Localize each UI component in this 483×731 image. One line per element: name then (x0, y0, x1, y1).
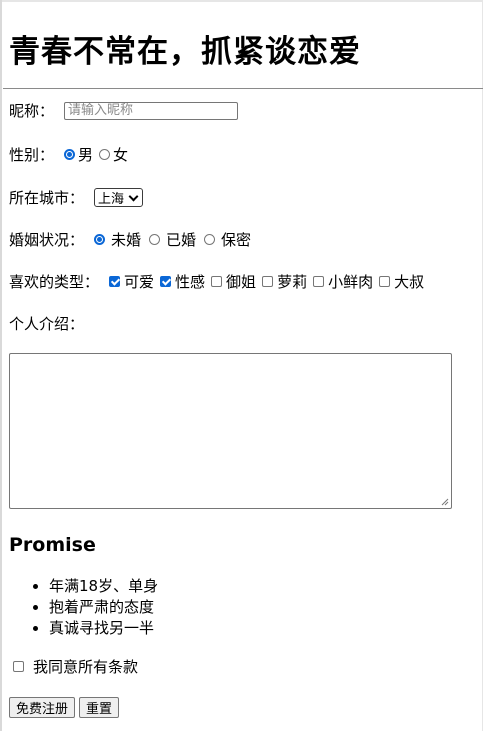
type-option-label: 御姐 (226, 273, 257, 291)
gender-option-label: 男 (78, 146, 94, 164)
radio-unselected-icon (99, 149, 111, 160)
type-option-label: 萝莉 (277, 273, 308, 291)
gender-radio-female[interactable]: 女 (99, 144, 128, 165)
gender-row: 性别： 男 女 (9, 144, 134, 165)
marital-option-label: 已婚 (166, 231, 197, 249)
type-option-label: 小鲜肉 (328, 273, 374, 291)
list-item: 真诚寻找另一半 (49, 618, 158, 639)
nickname-input[interactable] (64, 101, 239, 120)
type-checkbox-sexy[interactable]: 性感 (160, 271, 205, 292)
button-row: 免费注册 重置 (9, 697, 123, 718)
checkbox-unchecked-icon (313, 276, 325, 287)
marital-radio-married[interactable]: 已婚 (149, 229, 196, 250)
type-checkbox-cute[interactable]: 可爱 (109, 271, 154, 292)
type-checkbox-uncle[interactable]: 大叔 (379, 271, 424, 292)
checkbox-unchecked-icon (13, 661, 24, 672)
marital-radio-single[interactable]: 未婚 (94, 229, 141, 250)
city-label: 所在城市： (9, 189, 85, 207)
radio-unselected-icon (149, 234, 161, 245)
marital-row: 婚姻状况： 未婚 已婚 保密 (9, 229, 257, 250)
marital-label: 婚姻状况： (9, 231, 85, 249)
type-checkbox-young-man[interactable]: 小鲜肉 (313, 271, 373, 292)
divider (3, 88, 483, 89)
page-title: 青春不常在，抓紧谈恋爱 (9, 34, 361, 70)
reset-button[interactable]: 重置 (79, 697, 120, 718)
type-checkbox-loli[interactable]: 萝莉 (262, 271, 307, 292)
checkbox-unchecked-icon (211, 276, 223, 287)
agree-checkbox[interactable]: 我同意所有条款 (13, 656, 138, 677)
promise-list: 年满18岁、单身 抱着严肃的态度 真诚寻找另一半 (9, 576, 158, 639)
city-row: 所在城市： 上海 (9, 187, 144, 208)
intro-label: 个人介绍： (9, 315, 85, 333)
resize-grip-icon[interactable] (441, 498, 449, 506)
city-select[interactable]: 上海 (94, 188, 144, 207)
marital-option-label: 未婚 (111, 231, 142, 249)
type-option-label: 大叔 (394, 273, 425, 291)
checkbox-unchecked-icon (262, 276, 274, 287)
list-item: 抱着严肃的态度 (49, 597, 158, 618)
marital-radio-secret[interactable]: 保密 (204, 229, 251, 250)
radio-unselected-icon (204, 234, 216, 245)
window-top-border (0, 0, 483, 2)
promise-heading: Promise (9, 534, 96, 556)
radio-selected-icon (94, 234, 106, 245)
intro-textarea[interactable] (9, 353, 452, 509)
chevron-down-icon (128, 191, 139, 201)
city-selected-value: 上海 (98, 192, 125, 207)
gender-radio-male[interactable]: 男 (64, 144, 93, 165)
gender-label: 性别： (9, 146, 55, 164)
agree-label: 我同意所有条款 (33, 658, 139, 676)
checkbox-unchecked-icon (379, 276, 391, 287)
list-item: 年满18岁、单身 (49, 576, 158, 597)
window-left-border (0, 0, 2, 731)
agree-row: 我同意所有条款 (13, 656, 144, 677)
marital-option-label: 保密 (221, 231, 252, 249)
register-button[interactable]: 免费注册 (9, 697, 76, 718)
nickname-row: 昵称： (9, 100, 239, 121)
types-row: 喜欢的类型： 可爱 性感 御姐 萝莉 小鲜肉 大叔 (9, 271, 424, 292)
type-checkbox-yujie[interactable]: 御姐 (211, 271, 256, 292)
nickname-label: 昵称： (9, 102, 55, 120)
type-option-label: 性感 (175, 273, 206, 291)
type-option-label: 可爱 (124, 273, 155, 291)
checkbox-checked-icon (109, 276, 121, 287)
types-label: 喜欢的类型： (9, 273, 100, 291)
intro-row: 个人介绍： (9, 313, 84, 334)
gender-option-label: 女 (113, 146, 129, 164)
checkbox-checked-icon (160, 276, 172, 287)
radio-selected-icon (64, 149, 76, 160)
